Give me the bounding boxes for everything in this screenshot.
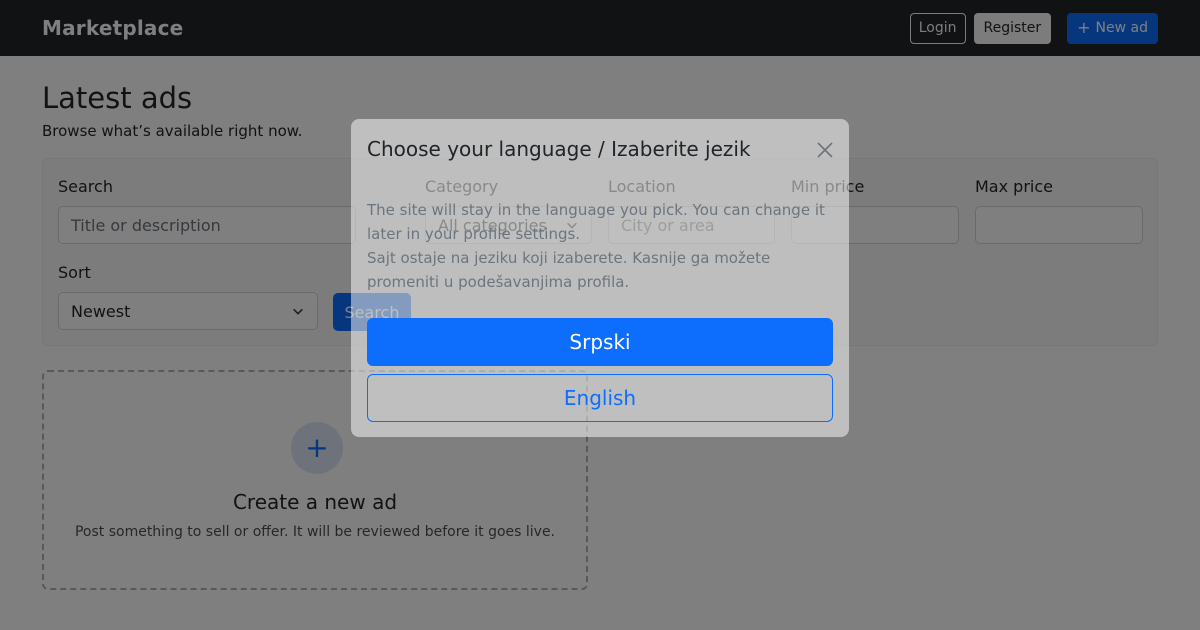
modal-text-sr-line2: promeniti u podešavanjima profila. bbox=[367, 273, 630, 291]
modal-title: Choose your language / Izaberite jezik bbox=[367, 137, 751, 161]
modal-text-sr-line1: Sajt ostaje na jeziku koji izaberete. Ka… bbox=[367, 249, 771, 267]
close-icon[interactable] bbox=[815, 140, 835, 160]
page: Marketplace Login Register + New ad Late… bbox=[0, 0, 1200, 630]
modal-text-en-line1: The site will stay in the language you p… bbox=[367, 201, 825, 219]
language-modal: Choose your language / Izaberite jezik T… bbox=[351, 119, 849, 437]
srpski-button[interactable]: Srpski bbox=[367, 318, 833, 366]
english-button[interactable]: English bbox=[367, 374, 833, 422]
modal-text-en-line2: later in your profile settings. bbox=[367, 225, 581, 243]
